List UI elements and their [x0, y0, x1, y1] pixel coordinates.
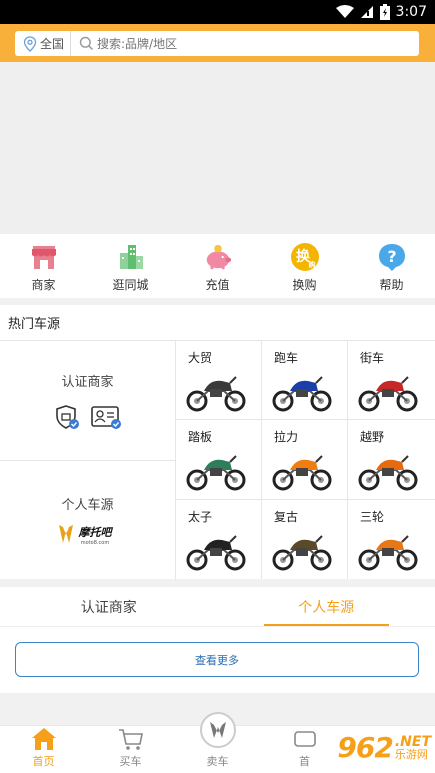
bottom-nav-home[interactable]: 首页	[0, 726, 87, 773]
moto-category-grid: 大贸 跑车 街车踏板 拉力 越野太子 复古 三轮	[176, 341, 435, 579]
nav-label: 充值	[205, 278, 230, 292]
hot-left-column: 认证商家 个人车源 摩托吧 moto8.com	[0, 341, 176, 580]
moto-category-label: 踏板	[188, 430, 213, 445]
bottom-nav-label: 首	[299, 755, 310, 768]
certified-dealer-entry[interactable]: 认证商家	[0, 341, 175, 460]
more-area: 查看更多	[0, 627, 435, 693]
moto-category-cell[interactable]: 大贸	[176, 341, 262, 421]
moto-category-cell[interactable]: 街车	[348, 341, 435, 421]
battery-icon	[379, 4, 390, 20]
bottom-nav-label: 卖车	[206, 755, 229, 768]
motorcycle-image	[186, 534, 246, 571]
status-bar: 3:07	[0, 0, 435, 24]
watermark-number: 962	[337, 730, 393, 764]
tab-bar: 认证商家 个人车源	[0, 587, 435, 627]
nav-item-help[interactable]: ? 帮助	[348, 234, 435, 298]
moto-category-cell[interactable]: 跑车	[262, 341, 348, 421]
wifi-icon	[335, 5, 354, 18]
certified-label: 认证商家	[61, 375, 114, 390]
svg-text:?: ?	[387, 247, 396, 266]
nav-label: 逛同城	[112, 278, 149, 292]
badge-row	[54, 404, 122, 430]
moto-category-label: 越野	[360, 430, 385, 445]
nav-item-exchange[interactable]: 换 购 换购	[261, 234, 348, 298]
status-icons: 3:07	[335, 3, 427, 21]
moto-category-label: 三轮	[360, 509, 385, 524]
moto-category-cell[interactable]: 三轮	[348, 500, 435, 579]
status-time: 3:07	[395, 4, 427, 20]
message-icon	[293, 731, 316, 747]
motorcycle-image	[358, 534, 418, 571]
personal-label: 个人车源	[61, 498, 114, 513]
moto-category-label: 复古	[274, 509, 299, 524]
svg-text:购: 购	[308, 260, 315, 269]
search-icon-wrap	[71, 36, 94, 51]
bottom-nav-sell[interactable]: 卖车	[174, 712, 261, 773]
moto-category-label: 大贸	[188, 351, 213, 365]
motorcycle-image	[358, 455, 418, 491]
tab-certified-dealers[interactable]: 认证商家	[0, 587, 218, 626]
exchange-icon: 换 购	[290, 243, 319, 271]
motorcycle-image	[272, 376, 332, 412]
nav-label: 帮助	[379, 278, 404, 292]
moto-category-label: 拉力	[274, 430, 299, 445]
id-card-badge-icon	[90, 406, 121, 429]
moto-category-cell[interactable]: 踏板	[176, 420, 262, 500]
moto8-logo: 摩托吧 moto8.com	[58, 525, 113, 546]
moto-category-label: 街车	[360, 351, 385, 365]
search-box: 全国	[15, 31, 419, 56]
bottom-nav-message[interactable]: 首	[261, 726, 348, 773]
tab-personal-sources[interactable]: 个人车源	[218, 587, 435, 626]
sim-icon	[360, 6, 373, 18]
cart-icon	[118, 729, 143, 750]
piggy-bank-icon	[206, 244, 231, 270]
moto-category-cell[interactable]: 复古	[262, 499, 348, 579]
search-header: 全国	[0, 24, 435, 62]
city-icon	[119, 245, 143, 269]
home-icon	[31, 728, 56, 750]
watermark-net: .NET	[394, 733, 431, 750]
bottom-nav-label: 买车	[119, 755, 142, 768]
motorcycle-image	[186, 455, 246, 491]
nav-item-recharge[interactable]: 充值	[174, 234, 261, 298]
enterprise-badge-icon	[55, 405, 79, 429]
motorcycle-image	[186, 376, 246, 412]
motorcycle-image	[272, 455, 332, 491]
svg-text:摩托吧: 摩托吧	[77, 526, 113, 539]
nav-label: 换购	[292, 278, 317, 292]
view-more-button[interactable]: 查看更多	[15, 642, 419, 677]
location-pin-icon	[23, 35, 37, 52]
region-label: 全国	[40, 37, 65, 51]
hot-section-title: 热门车源	[0, 305, 435, 340]
bottom-nav-buy[interactable]: 买车	[87, 726, 174, 773]
nav-item-store[interactable]: 商家	[0, 234, 87, 298]
watermark: 962 .NET 乐游网	[337, 726, 431, 768]
quick-nav: 商家 逛同城 充值 换 购 换购 ? 帮助	[0, 234, 435, 298]
motorcycle-image	[358, 376, 418, 412]
hot-grid: 认证商家 个人车源 摩托吧 moto8.com 大贸 跑车 街车 踏板 拉力 越…	[0, 340, 435, 580]
personal-source-entry[interactable]: 个人车源 摩托吧 moto8.com	[0, 460, 175, 580]
watermark-cn: 乐游网	[394, 747, 428, 761]
moto-category-cell[interactable]: 越野	[348, 420, 435, 500]
help-icon: ?	[378, 244, 405, 271]
moto-logo-icon	[199, 712, 236, 748]
search-input[interactable]	[94, 32, 419, 55]
svg-text:moto8.com: moto8.com	[80, 540, 109, 546]
search-icon	[79, 36, 94, 51]
nav-item-city[interactable]: 逛同城	[87, 234, 174, 298]
moto-category-cell[interactable]: 拉力	[262, 420, 348, 500]
hot-title: 热门车源	[8, 317, 61, 332]
bottom-nav-label: 首页	[32, 755, 55, 768]
nav-label: 商家	[31, 278, 56, 292]
region-selector[interactable]: 全国	[15, 31, 72, 56]
moto-category-label: 太子	[188, 509, 213, 524]
banner-area[interactable]	[0, 62, 435, 234]
store-icon	[31, 246, 56, 269]
moto-category-label: 跑车	[274, 351, 299, 365]
motorcycle-image	[272, 534, 332, 571]
moto-category-cell[interactable]: 太子	[176, 499, 262, 579]
